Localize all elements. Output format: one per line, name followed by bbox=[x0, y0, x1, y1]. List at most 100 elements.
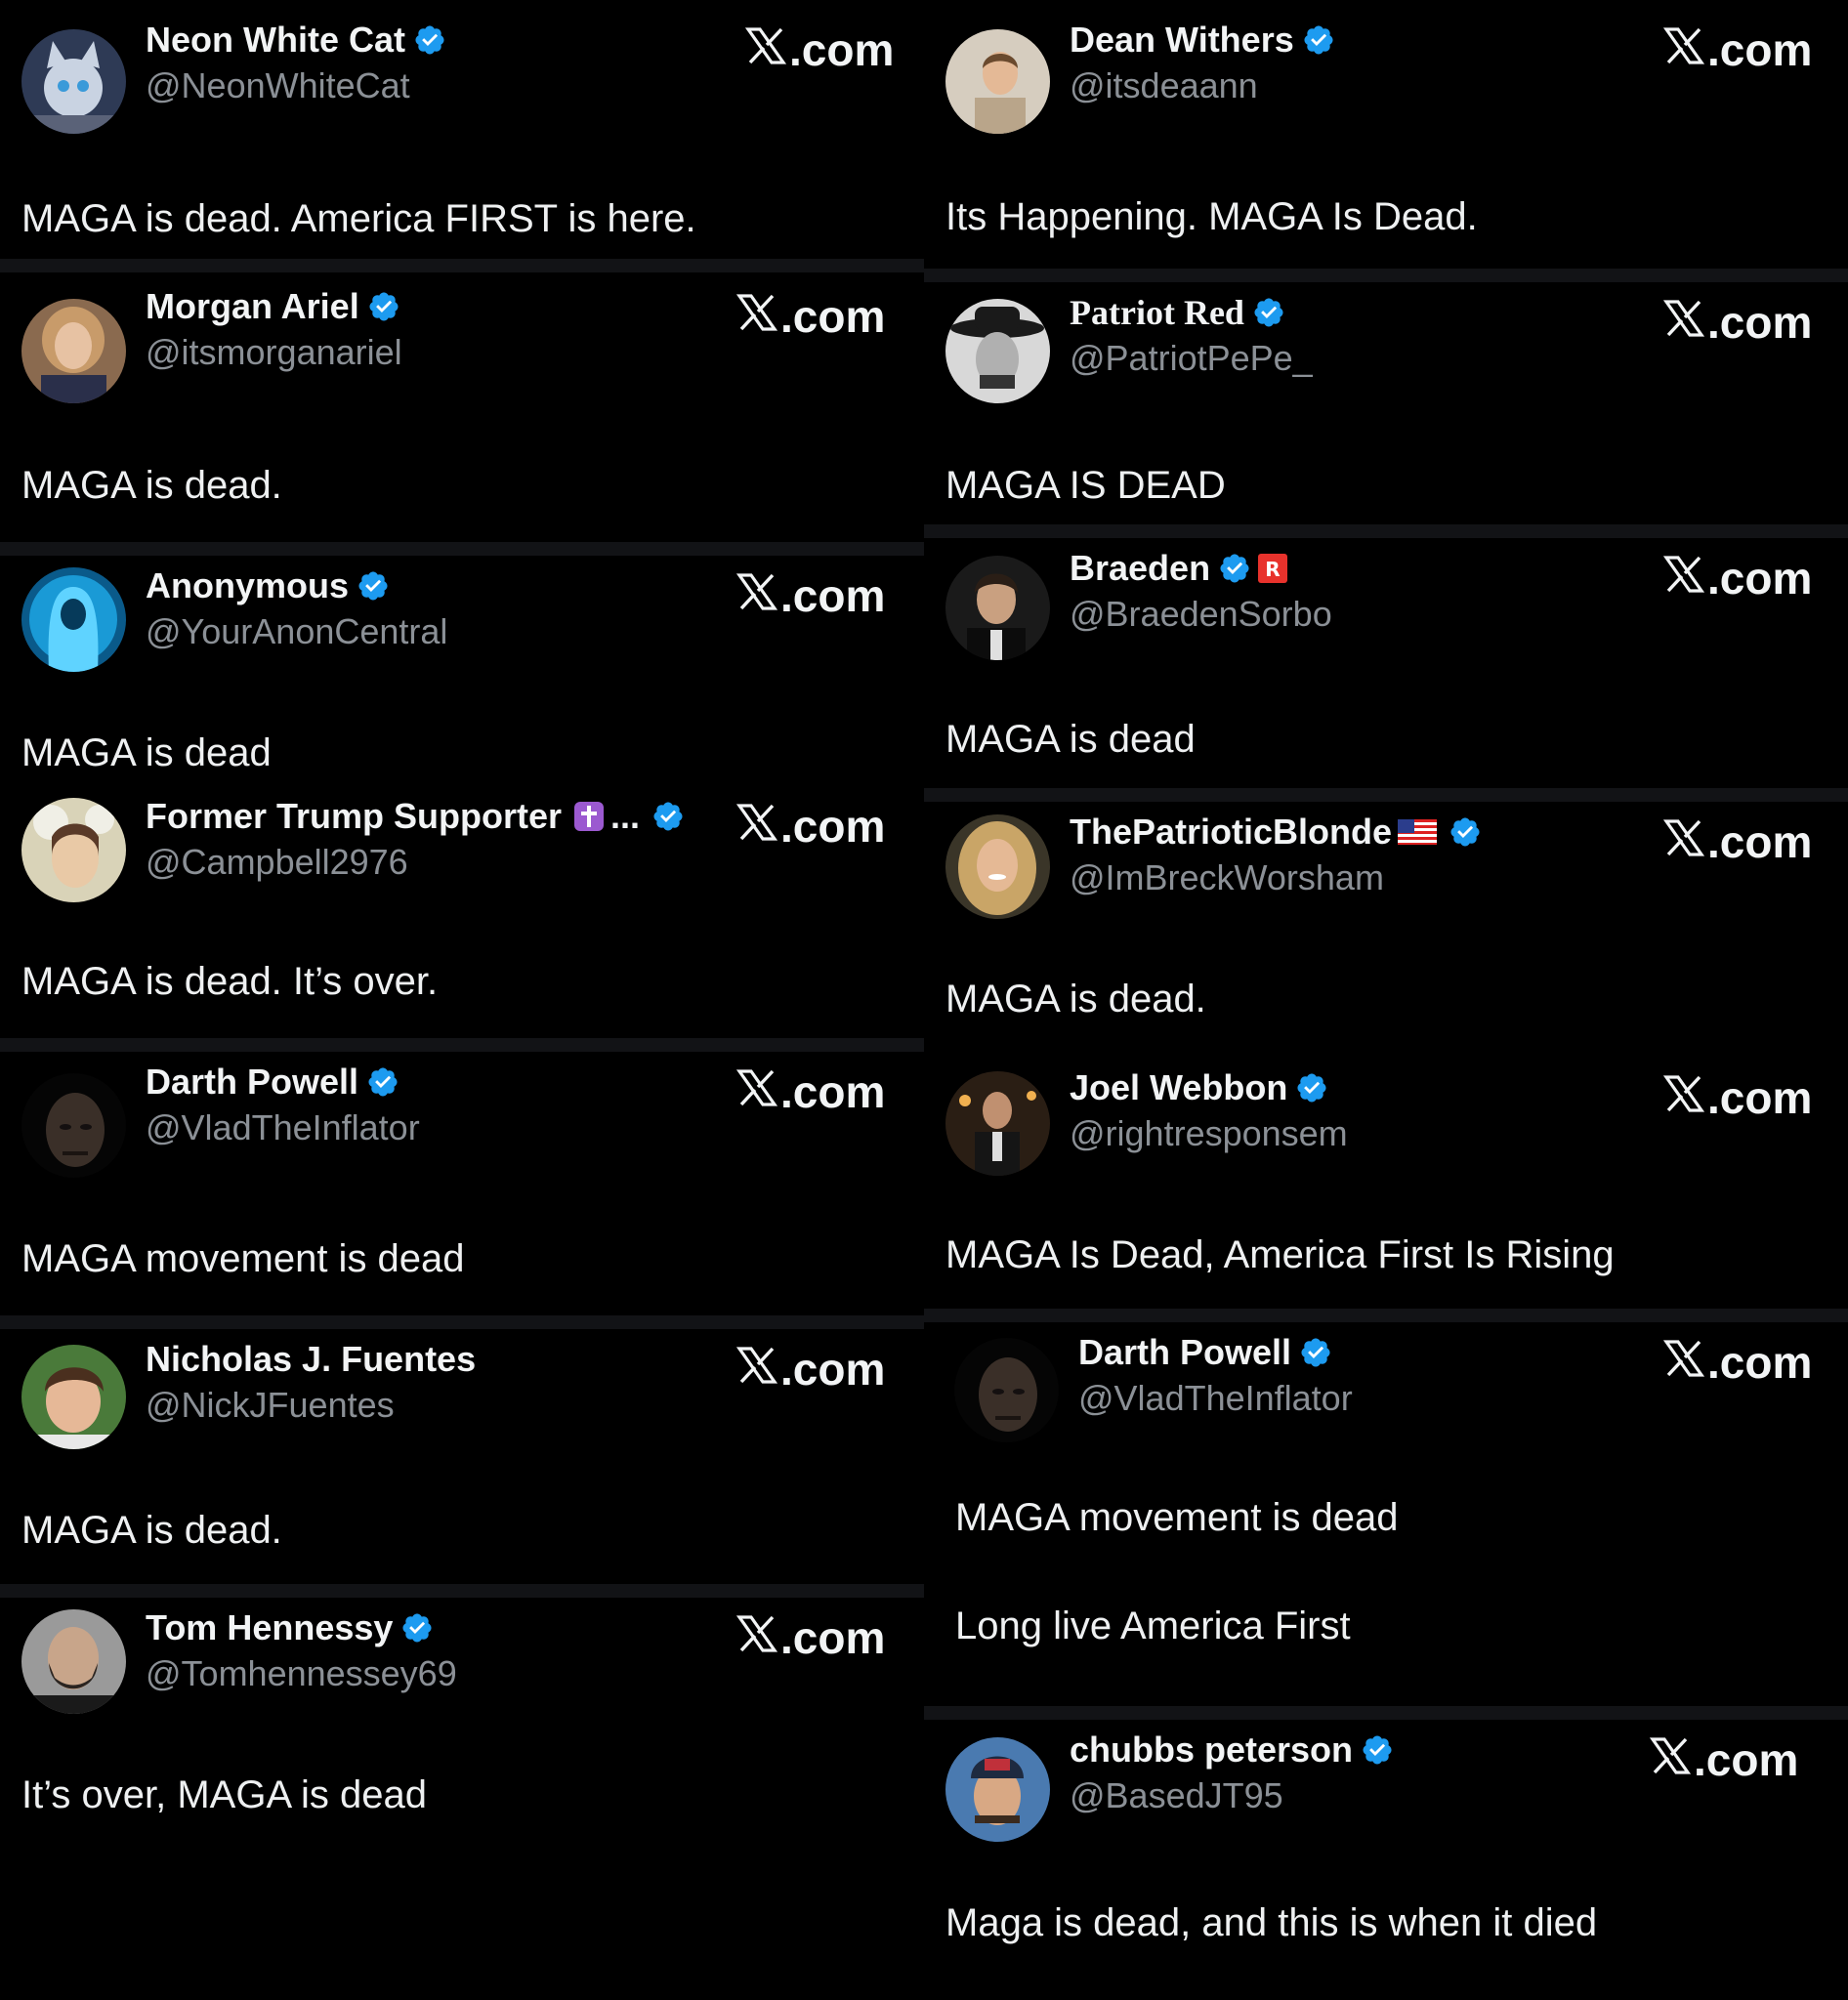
display-name[interactable]: Nicholas J. Fuentes bbox=[146, 1339, 476, 1380]
post-text: MAGA movement is dead bbox=[955, 1496, 1399, 1539]
post-text: Its Happening. MAGA Is Dead. bbox=[945, 195, 1478, 238]
post-card[interactable]: Morgan Ariel @itsmorganariel .com MAGA i… bbox=[0, 276, 924, 542]
post-divider bbox=[924, 524, 1848, 538]
x-logo-icon bbox=[1662, 299, 1705, 338]
x-logo-icon bbox=[1662, 818, 1705, 857]
display-name[interactable]: Former Trump Supporter bbox=[146, 796, 562, 837]
cat-avatar[interactable] bbox=[21, 29, 126, 134]
post-card[interactable]: Neon White Cat @NeonWhiteCat .com MAGA i… bbox=[0, 10, 924, 259]
x-logo-icon bbox=[1649, 1736, 1692, 1775]
post-card[interactable]: Dean Withers @itsdeaann .com Its Happeni… bbox=[924, 10, 1848, 269]
display-name[interactable]: Darth Powell bbox=[1078, 1332, 1291, 1373]
post-text: MAGA is dead bbox=[21, 731, 272, 774]
post-text-line-2: Long live America First bbox=[955, 1604, 1351, 1647]
verified-badge-icon bbox=[1295, 1071, 1328, 1104]
blonde-woman-avatar[interactable] bbox=[945, 814, 1050, 919]
xcom-logo: .com bbox=[1649, 1733, 1798, 1786]
x-logo-icon bbox=[1662, 26, 1705, 65]
post-card[interactable]: Darth Powell @VladTheInflator .com MAGA … bbox=[924, 1322, 1848, 1706]
verified-badge-icon bbox=[367, 290, 400, 323]
woman-avatar[interactable] bbox=[21, 299, 126, 403]
young-man-avatar[interactable] bbox=[945, 556, 1050, 660]
man-avatar[interactable] bbox=[21, 1345, 126, 1449]
user-handle[interactable]: @PatriotPePe_ bbox=[1070, 338, 1313, 379]
bearded-man-avatar[interactable] bbox=[21, 1609, 126, 1714]
post-divider bbox=[924, 269, 1848, 282]
display-name[interactable]: Tom Hennessy bbox=[146, 1607, 393, 1648]
suit-man-avatar[interactable] bbox=[945, 1071, 1050, 1176]
user-handle[interactable]: @VladTheInflator bbox=[1078, 1378, 1353, 1419]
verified-badge-icon bbox=[1302, 23, 1335, 57]
verified-badge-icon bbox=[1218, 552, 1251, 585]
post-card[interactable]: Former Trump Supporter... @Campbell2976 … bbox=[0, 786, 924, 1038]
verified-badge-icon bbox=[1361, 1733, 1394, 1767]
painting-avatar[interactable] bbox=[21, 798, 126, 902]
xcom-logo: .com bbox=[744, 23, 894, 76]
xcom-logo: .com bbox=[735, 1343, 885, 1396]
x-logo-icon bbox=[735, 1068, 778, 1107]
post-divider bbox=[924, 1706, 1848, 1720]
display-name[interactable]: ThePatrioticBlonde bbox=[1070, 812, 1392, 853]
post-card[interactable]: Nicholas J. Fuentes @NickJFuentes .com M… bbox=[0, 1329, 924, 1584]
post-card[interactable]: Tom Hennessy @Tomhennessey69 .com It’s o… bbox=[0, 1598, 924, 1998]
user-handle[interactable]: @Tomhennessey69 bbox=[146, 1653, 457, 1694]
hooded-figure-avatar[interactable] bbox=[21, 567, 126, 672]
post-card[interactable]: chubbs peterson @BasedJT95 .com Maga is … bbox=[924, 1720, 1848, 2000]
display-name[interactable]: Morgan Ariel bbox=[146, 286, 359, 327]
user-handle[interactable]: @YourAnonCentral bbox=[146, 611, 447, 652]
x-logo-icon bbox=[735, 803, 778, 842]
user-handle[interactable]: @NeonWhiteCat bbox=[146, 65, 410, 106]
r-badge-icon: R bbox=[1257, 553, 1288, 584]
display-name[interactable]: Anonymous bbox=[146, 565, 349, 606]
x-logo-icon bbox=[1662, 1074, 1705, 1113]
cap-man-avatar[interactable] bbox=[945, 1737, 1050, 1842]
x-logo-icon bbox=[735, 572, 778, 611]
user-handle[interactable]: @NickJFuentes bbox=[146, 1385, 395, 1426]
user-handle[interactable]: @BasedJT95 bbox=[1070, 1775, 1283, 1816]
user-handle[interactable]: @itsmorganariel bbox=[146, 332, 402, 373]
post-divider bbox=[0, 1038, 924, 1052]
post-card[interactable]: Joel Webbon @rightresponsem .com MAGA Is… bbox=[924, 1058, 1848, 1309]
xcom-logo: .com bbox=[735, 1611, 885, 1664]
display-name[interactable]: chubbs peterson bbox=[1070, 1729, 1353, 1771]
xcom-logo: .com bbox=[1662, 1071, 1812, 1124]
post-card[interactable]: Darth Powell @VladTheInflator .com MAGA … bbox=[0, 1052, 924, 1315]
selfie-avatar[interactable] bbox=[945, 29, 1050, 134]
post-card[interactable]: Anonymous @YourAnonCentral .com MAGA is … bbox=[0, 556, 924, 786]
post-divider bbox=[0, 1315, 924, 1329]
post-text: MAGA IS DEAD bbox=[945, 464, 1226, 507]
post-text: It’s over, MAGA is dead bbox=[21, 1773, 428, 1816]
display-name[interactable]: Dean Withers bbox=[1070, 20, 1294, 61]
post-card[interactable]: Braeden R @BraedenSorbo .com MAGA is dead bbox=[924, 538, 1848, 788]
user-handle[interactable]: @BraedenSorbo bbox=[1070, 594, 1332, 635]
user-handle[interactable]: @Campbell2976 bbox=[146, 842, 408, 883]
verified-badge-icon bbox=[366, 1065, 399, 1099]
post-divider bbox=[0, 259, 924, 272]
x-logo-icon bbox=[1662, 1339, 1705, 1378]
user-handle[interactable]: @rightresponsem bbox=[1070, 1113, 1348, 1154]
verified-badge-icon bbox=[1449, 815, 1482, 849]
xcom-logo: .com bbox=[1662, 552, 1812, 604]
xcom-logo: .com bbox=[735, 1065, 885, 1118]
user-handle[interactable]: @ImBreckWorsham bbox=[1070, 857, 1384, 898]
post-divider bbox=[0, 542, 924, 556]
display-name[interactable]: Neon White Cat bbox=[146, 20, 405, 61]
post-card[interactable]: Patriot Red @PatriotPePe_ .com MAGA IS D… bbox=[924, 282, 1848, 524]
display-name[interactable]: Braeden bbox=[1070, 548, 1210, 589]
us-flag-icon bbox=[1398, 819, 1438, 845]
dark-face-avatar[interactable] bbox=[954, 1338, 1059, 1442]
user-handle[interactable]: @VladTheInflator bbox=[146, 1107, 420, 1148]
xcom-logo: .com bbox=[735, 569, 885, 622]
dark-face-avatar[interactable] bbox=[21, 1073, 126, 1178]
post-text: MAGA is dead. bbox=[21, 1509, 282, 1552]
user-handle[interactable]: @itsdeaann bbox=[1070, 65, 1258, 106]
post-text: MAGA is dead. America FIRST is here. bbox=[21, 197, 696, 240]
name-ellipsis: ... bbox=[610, 796, 641, 836]
post-card[interactable]: ThePatrioticBlonde @ImBreckWorsham .com … bbox=[924, 802, 1848, 1046]
display-name[interactable]: Joel Webbon bbox=[1070, 1067, 1287, 1108]
display-name[interactable]: Patriot Red bbox=[1070, 292, 1244, 333]
post-divider bbox=[924, 1309, 1848, 1322]
cowboy-avatar[interactable] bbox=[945, 299, 1050, 403]
display-name[interactable]: Darth Powell bbox=[146, 1062, 358, 1103]
verified-badge-icon bbox=[400, 1611, 434, 1645]
